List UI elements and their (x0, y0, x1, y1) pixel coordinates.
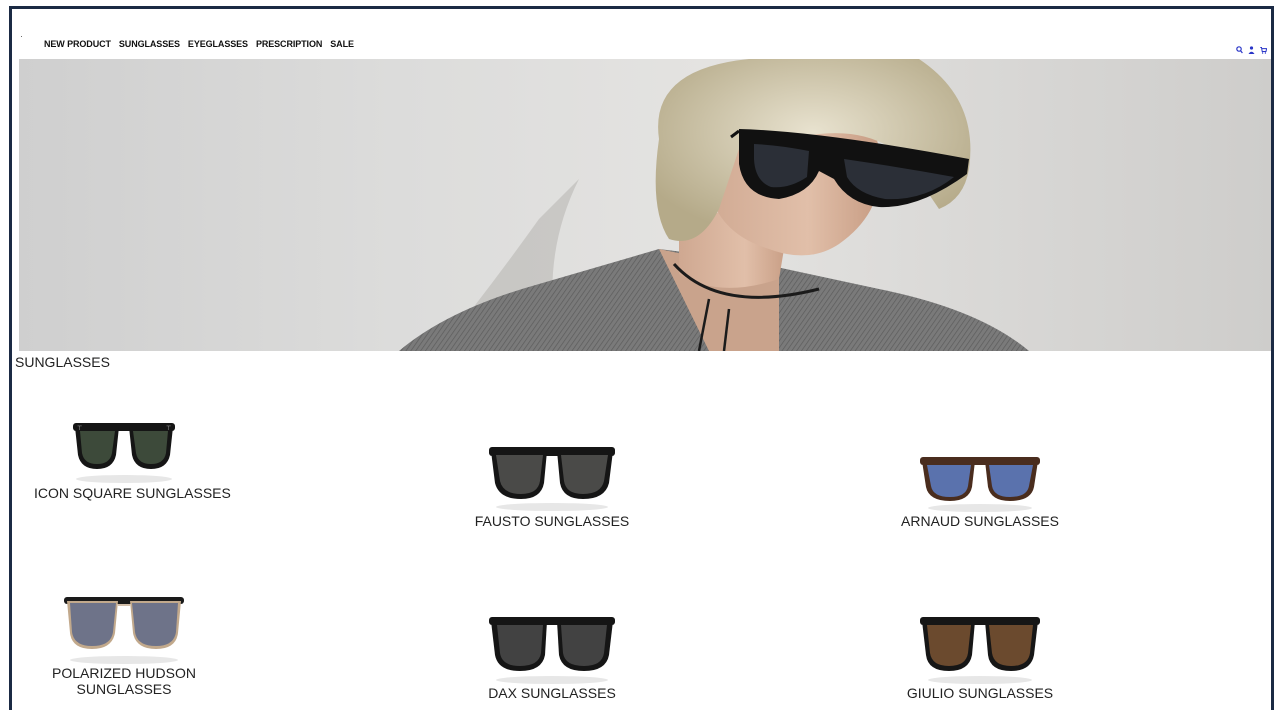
search-icon[interactable] (1236, 41, 1243, 54)
product-name[interactable]: DAX SUNGLASSES (462, 685, 642, 701)
nav-links: NEW PRODUCT SUNGLASSES EYEGLASSES PRESCR… (44, 39, 354, 49)
nav-new-product[interactable]: NEW PRODUCT (44, 39, 111, 49)
svg-text:⊤: ⊤ (77, 425, 82, 432)
nav-eyeglasses[interactable]: EYEGLASSES (188, 39, 248, 49)
product-image (489, 617, 615, 684)
nav-icons (1236, 41, 1268, 54)
product-card[interactable]: FAUSTO SUNGLASSES (462, 439, 642, 529)
product-card[interactable]: ⊤ ⊤ ICON SQUARE SUNGLASSES (34, 413, 231, 501)
product-image (920, 457, 1040, 512)
browser-page: · NEW PRODUCT SUNGLASSES EYEGLASSES PRES… (9, 6, 1274, 710)
nav-sunglasses[interactable]: SUNGLASSES (119, 39, 180, 49)
product-name[interactable]: GIULIO SUNGLASSES (890, 685, 1070, 701)
top-navigation: · NEW PRODUCT SUNGLASSES EYEGLASSES PRES… (12, 31, 1271, 55)
nav-sale[interactable]: SALE (330, 39, 354, 49)
product-image (489, 447, 615, 511)
product-card[interactable]: ARNAUD SUNGLASSES (890, 449, 1070, 529)
product-name[interactable]: POLARIZED HUDSON SUNGLASSES (44, 665, 204, 697)
hero-model-image (399, 59, 1029, 351)
logo-mark: · (20, 31, 23, 41)
product-image (920, 617, 1040, 684)
product-image (64, 597, 184, 664)
product-card[interactable]: GIULIO SUNGLASSES (890, 609, 1070, 701)
nav-prescription[interactable]: PRESCRIPTION (256, 39, 322, 49)
product-name[interactable]: ICON SQUARE SUNGLASSES (34, 485, 231, 501)
section-title: SUNGLASSES (15, 354, 110, 370)
product-name[interactable]: FAUSTO SUNGLASSES (462, 513, 642, 529)
user-icon[interactable] (1248, 41, 1255, 54)
svg-text:⊤: ⊤ (166, 425, 171, 432)
product-card[interactable]: POLARIZED HUDSON SUNGLASSES (44, 589, 204, 697)
cart-icon[interactable] (1260, 41, 1268, 54)
product-card[interactable]: DAX SUNGLASSES (462, 609, 642, 701)
product-name[interactable]: ARNAUD SUNGLASSES (890, 513, 1070, 529)
product-image: ⊤ ⊤ (73, 423, 175, 483)
hero-banner[interactable] (19, 59, 1271, 351)
